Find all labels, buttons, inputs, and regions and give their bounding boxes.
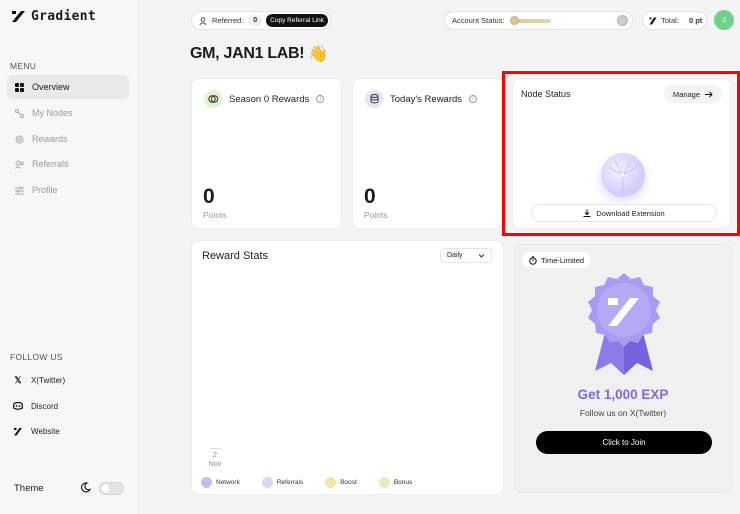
season-rewards-unit: Points (203, 210, 227, 220)
account-status-label: Account Status: (452, 16, 505, 25)
legend-label: Bonus (393, 479, 413, 486)
menu-title: MENU (10, 61, 37, 71)
social-website[interactable]: Website (7, 420, 129, 442)
period-value: Daily (447, 252, 463, 259)
sidebar-item-my-nodes[interactable]: My Nodes (7, 101, 129, 125)
copy-referral-link-button[interactable]: Copy Referral Link (266, 14, 328, 27)
gradient-logo-icon (12, 11, 25, 22)
page-title: GM, JAN1 LAB! 👋 (190, 44, 328, 64)
social-label: Website (31, 426, 60, 436)
waving-hand-icon: 👋 (308, 46, 328, 63)
total-points-pill: Total: 0 pt (642, 11, 707, 30)
total-value: 0 pt (688, 16, 703, 25)
legend-dot (261, 477, 273, 488)
account-status-knob[interactable] (510, 16, 519, 25)
account-status-pill: Account Status: (444, 11, 633, 30)
sidebar-item-label: Referrals (32, 159, 69, 169)
legend-dot (378, 477, 390, 488)
logo-text: Gradient (31, 9, 97, 24)
promo-subtitle: Follow us on X(Twitter) (579, 408, 667, 418)
grid-icon (15, 82, 24, 92)
season-rewards-value: 0 (203, 185, 215, 208)
legend-dot (325, 477, 337, 488)
moon-icon (80, 482, 91, 493)
click-to-join-button[interactable]: Click to Join (536, 431, 712, 454)
season-rewards-title: Season 0 Rewards (229, 93, 310, 105)
legend-label: Boost (340, 479, 357, 486)
referred-label: Referred: (212, 16, 244, 25)
profile-icon (15, 186, 24, 194)
discord-icon (13, 402, 23, 410)
legend-label: Network (216, 479, 240, 486)
reward-stats-title: Reward Stats (202, 250, 269, 262)
season-rewards-card: Season 0 Rewards i 0 Points (191, 78, 342, 229)
todays-rewards-title: Today's Rewards (390, 93, 463, 105)
promo-title: Get 1,000 EXP (577, 387, 669, 402)
theme-row: Theme (14, 480, 124, 496)
social-discord[interactable]: Discord (7, 395, 129, 417)
rewards-icon (15, 135, 24, 143)
reward-stats-card: Reward Stats Daily 2 Nov Network Referra… (191, 240, 504, 495)
referred-pill: Referred: 0 Copy Referral Link (191, 11, 331, 30)
stopwatch-icon (529, 255, 537, 265)
time-limited-label: Time-Limited (541, 255, 585, 265)
legend-referrals[interactable]: Referrals (261, 477, 304, 488)
total-label: Total: (661, 16, 679, 25)
avatar[interactable]: J (714, 10, 734, 30)
theme-label: Theme (14, 482, 44, 494)
info-icon[interactable]: i (469, 95, 478, 103)
referred-count: 0 (248, 15, 263, 26)
account-status-end-icon (617, 15, 628, 26)
theme-toggle[interactable] (99, 482, 124, 495)
nodes-icon (15, 108, 24, 118)
legend-label: Referrals (276, 479, 304, 486)
chart-legend: Network Referrals Boost Bonus (201, 477, 434, 488)
todays-rewards-unit: Points (364, 210, 388, 220)
period-select[interactable]: Daily (440, 248, 492, 263)
legend-bonus[interactable]: Bonus (378, 477, 413, 488)
logo[interactable]: Gradient (11, 9, 96, 24)
sidebar-item-label: My Nodes (32, 108, 73, 118)
todays-rewards-value: 0 (364, 185, 376, 208)
sidebar-item-label: Rewards (32, 134, 68, 144)
sidebar-item-overview[interactable]: Overview (7, 75, 129, 99)
x-icon: 𝕏 (14, 374, 22, 385)
coins-icon (204, 90, 222, 108)
website-icon (14, 427, 22, 435)
sidebar-item-label: Overview (32, 82, 70, 92)
legend-boost[interactable]: Boost (325, 477, 357, 488)
node-status-highlight (502, 71, 740, 236)
sidebar-item-profile[interactable]: Profile (7, 178, 129, 202)
x-axis-month: Nov (208, 461, 222, 468)
sidebar-item-label: Profile (32, 185, 58, 195)
database-icon (365, 90, 383, 108)
social-x[interactable]: 𝕏 X(Twitter) (7, 369, 129, 391)
promo-card: Time-Limited Get 1,000 EXP Follow us on … (514, 244, 732, 493)
legend-network[interactable]: Network (201, 477, 240, 488)
info-icon[interactable]: i (316, 95, 325, 103)
time-limited-badge: Time-Limited (522, 252, 592, 268)
greeting-text: GM, JAN1 LAB! (190, 45, 305, 62)
todays-rewards-card: Today's Rewards i 0 Points (352, 78, 503, 229)
x-axis-tick (209, 448, 221, 449)
gradient-small-icon (649, 17, 657, 24)
social-label: Discord (31, 401, 59, 411)
x-axis-day: 2 (213, 452, 217, 459)
legend-dot (201, 477, 212, 488)
sidebar: Gradient MENU Overview My Nodes Rewards … (0, 0, 139, 514)
exp-medal-icon (588, 273, 660, 375)
referral-icon (199, 16, 207, 25)
follow-title: FOLLOW US (10, 352, 63, 362)
social-label: X(Twitter) (31, 375, 66, 385)
sidebar-item-referrals[interactable]: Referrals (7, 152, 129, 176)
referrals-icon (15, 160, 24, 169)
chevron-down-icon (478, 254, 485, 258)
sidebar-item-rewards[interactable]: Rewards (7, 127, 129, 151)
